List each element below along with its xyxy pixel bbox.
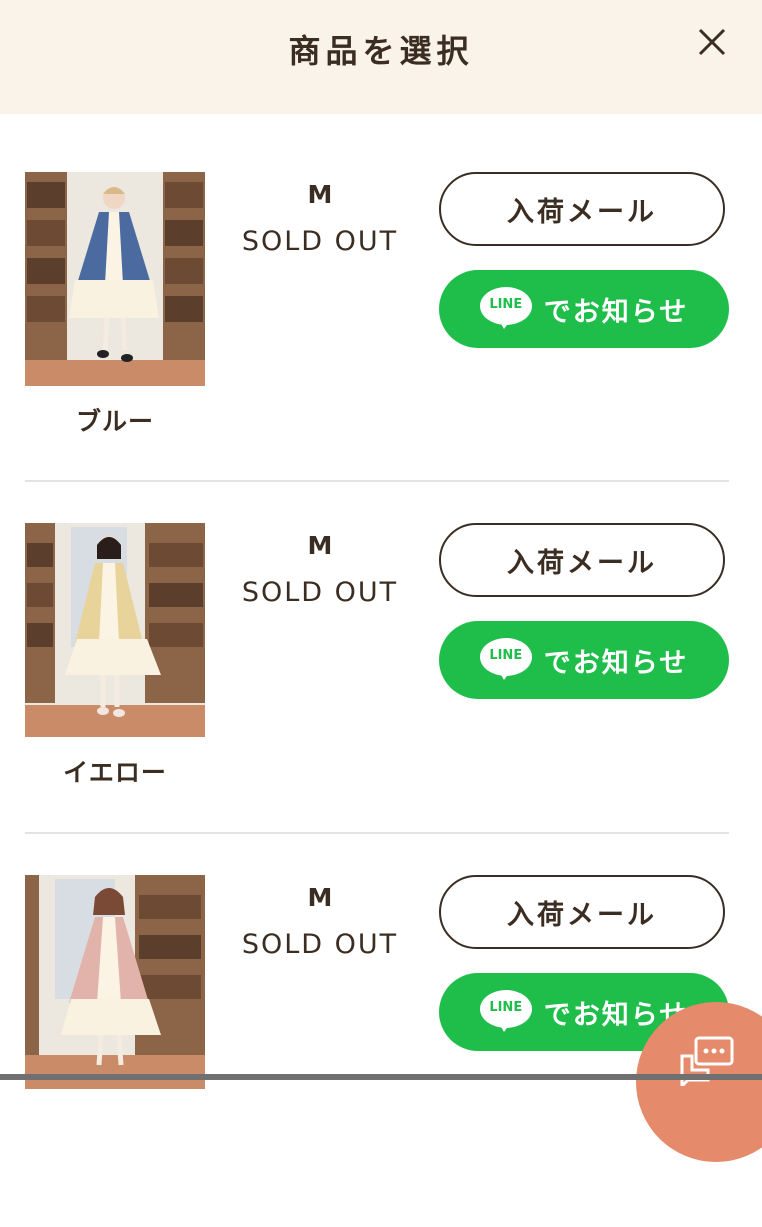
chat-bubble-icon (678, 1036, 738, 1090)
restock-mail-button[interactable]: 入荷メール (439, 875, 725, 949)
size-label: M (307, 531, 333, 560)
product-photo[interactable] (25, 523, 205, 737)
product-variant-blue: ブルー M SOLD OUT 入荷メール LINE でお知らせ (0, 172, 762, 524)
stock-status: SOLD OUT (241, 929, 399, 960)
line-logo-icon: LINE (479, 636, 534, 684)
color-name: ブルー (75, 407, 154, 436)
stock-status: SOLD OUT (241, 577, 399, 608)
product-photo[interactable] (25, 172, 205, 386)
modal-header: 商品を選択 (0, 0, 762, 114)
product-photo[interactable] (25, 875, 205, 1089)
restock-mail-label: 入荷メール (507, 196, 657, 228)
bottom-edge-bar (0, 1074, 762, 1080)
line-logo-text: LINE (489, 1000, 523, 1015)
line-logo-icon: LINE (479, 285, 534, 333)
line-notify-label: でお知らせ (543, 296, 689, 328)
line-notify-label: でお知らせ (543, 647, 689, 679)
close-icon[interactable] (692, 24, 732, 64)
color-name: イエロー (63, 758, 167, 787)
restock-mail-label: 入荷メール (507, 547, 657, 579)
divider (25, 832, 729, 834)
stock-status: SOLD OUT (241, 226, 399, 257)
size-label: M (307, 883, 333, 912)
line-notify-button[interactable]: LINE でお知らせ (439, 270, 729, 348)
restock-mail-button[interactable]: 入荷メール (439, 523, 725, 597)
line-logo-text: LINE (489, 297, 523, 312)
line-logo-text: LINE (489, 648, 523, 663)
divider (25, 480, 729, 482)
line-logo-icon: LINE (479, 988, 534, 1036)
modal-title: 商品を選択 (288, 32, 474, 70)
size-label: M (307, 180, 333, 209)
restock-mail-label: 入荷メール (507, 899, 657, 931)
line-notify-button[interactable]: LINE でお知らせ (439, 621, 729, 699)
restock-mail-button[interactable]: 入荷メール (439, 172, 725, 246)
product-variant-yellow: イエロー M SOLD OUT 入荷メール LINE でお知らせ (0, 523, 762, 875)
